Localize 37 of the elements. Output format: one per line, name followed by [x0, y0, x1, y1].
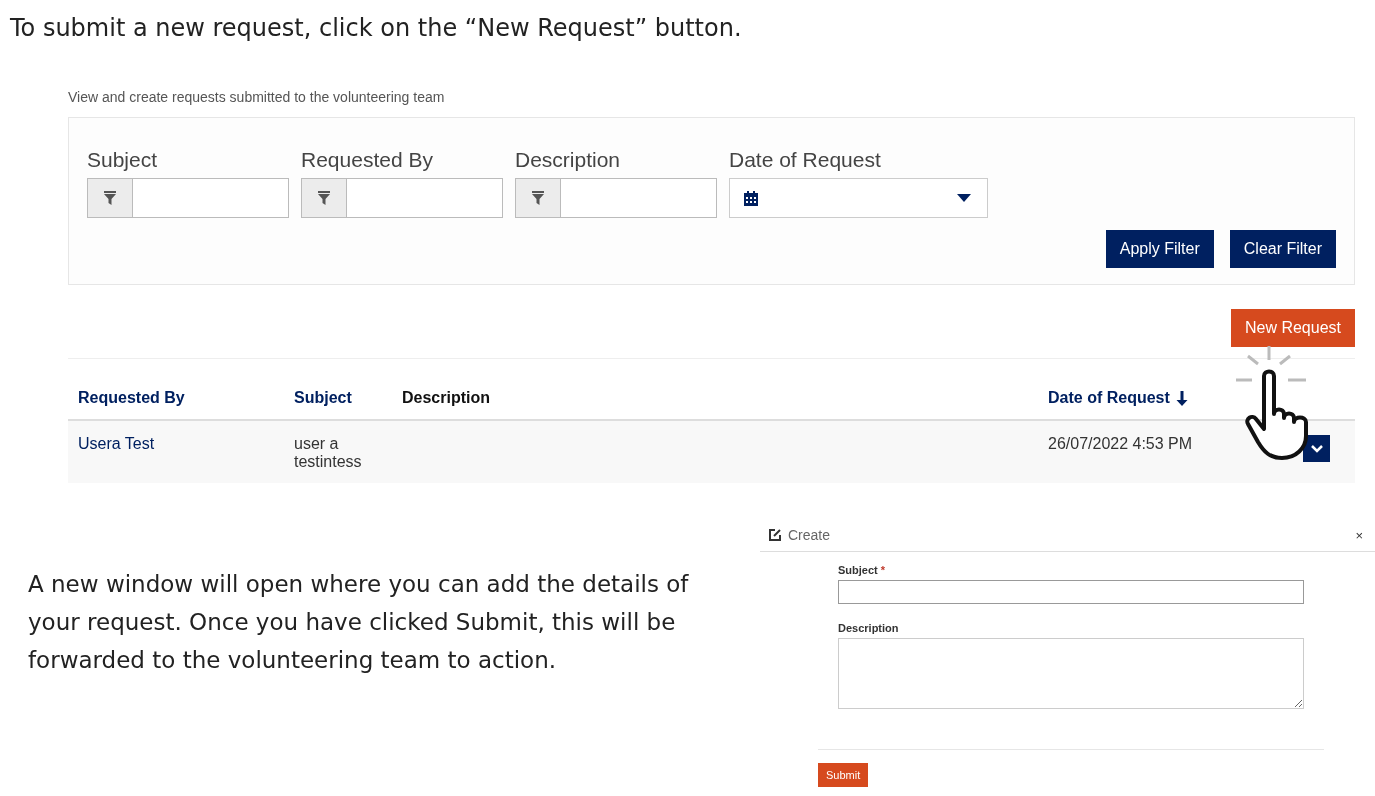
dialog-title: Create	[788, 527, 831, 543]
subject-input-field[interactable]	[838, 580, 1304, 604]
explanation-text: A new window will open where you can add the details of your request. Once you have clicked Submit, this will be forwarded to the volunteering team to action.	[28, 570, 690, 675]
filter-icon	[104, 191, 116, 205]
subject-cell-text: user a testintess	[294, 435, 363, 471]
requester-link[interactable]: Usera Test	[68, 435, 284, 471]
apply-filter-button[interactable]: Apply Filter	[1105, 230, 1214, 268]
description-textarea[interactable]	[838, 638, 1304, 709]
column-header[interactable]: Requested By	[68, 389, 284, 407]
filter-input-field[interactable]	[301, 178, 503, 218]
filter-label: Subject	[87, 148, 159, 172]
edit-icon	[768, 528, 782, 542]
field-label: Subject *	[838, 564, 887, 576]
new-request-button[interactable]: New Request	[1230, 309, 1355, 347]
close-button[interactable]: ×	[1351, 527, 1367, 543]
calendar-icon	[744, 190, 758, 206]
column-header[interactable]: Description	[392, 389, 1038, 407]
filter-label: Date of Request	[729, 148, 882, 172]
chevron-down-icon	[1310, 444, 1323, 453]
filter-label: Description	[515, 148, 622, 172]
dropdown-caret-icon	[957, 194, 971, 202]
filter-input-field[interactable]	[87, 178, 289, 218]
column-header[interactable]: Date of Request	[1038, 389, 1305, 407]
instruction-text: To submit a new request, click on the “New Request” button.	[9, 13, 743, 40]
filter-input-field[interactable]	[515, 178, 717, 218]
date-dropdown[interactable]	[729, 178, 988, 218]
clear-filter-button[interactable]: Clear Filter	[1229, 230, 1336, 268]
filter-icon	[532, 191, 544, 205]
date-cell-text: 26/07/2022 4:53 PM	[1047, 435, 1194, 454]
sort-down-arrow-icon	[1175, 390, 1188, 406]
filter-icon	[318, 191, 330, 205]
page-caption: View and create requests submitted to the volunteering team	[68, 89, 445, 105]
column-header[interactable]: Subject	[284, 389, 392, 407]
filter-label: Requested By	[301, 148, 434, 172]
expand-row-button[interactable]	[1303, 435, 1330, 462]
submit-button[interactable]: Submit	[818, 763, 869, 787]
field-label: Description	[838, 622, 900, 634]
